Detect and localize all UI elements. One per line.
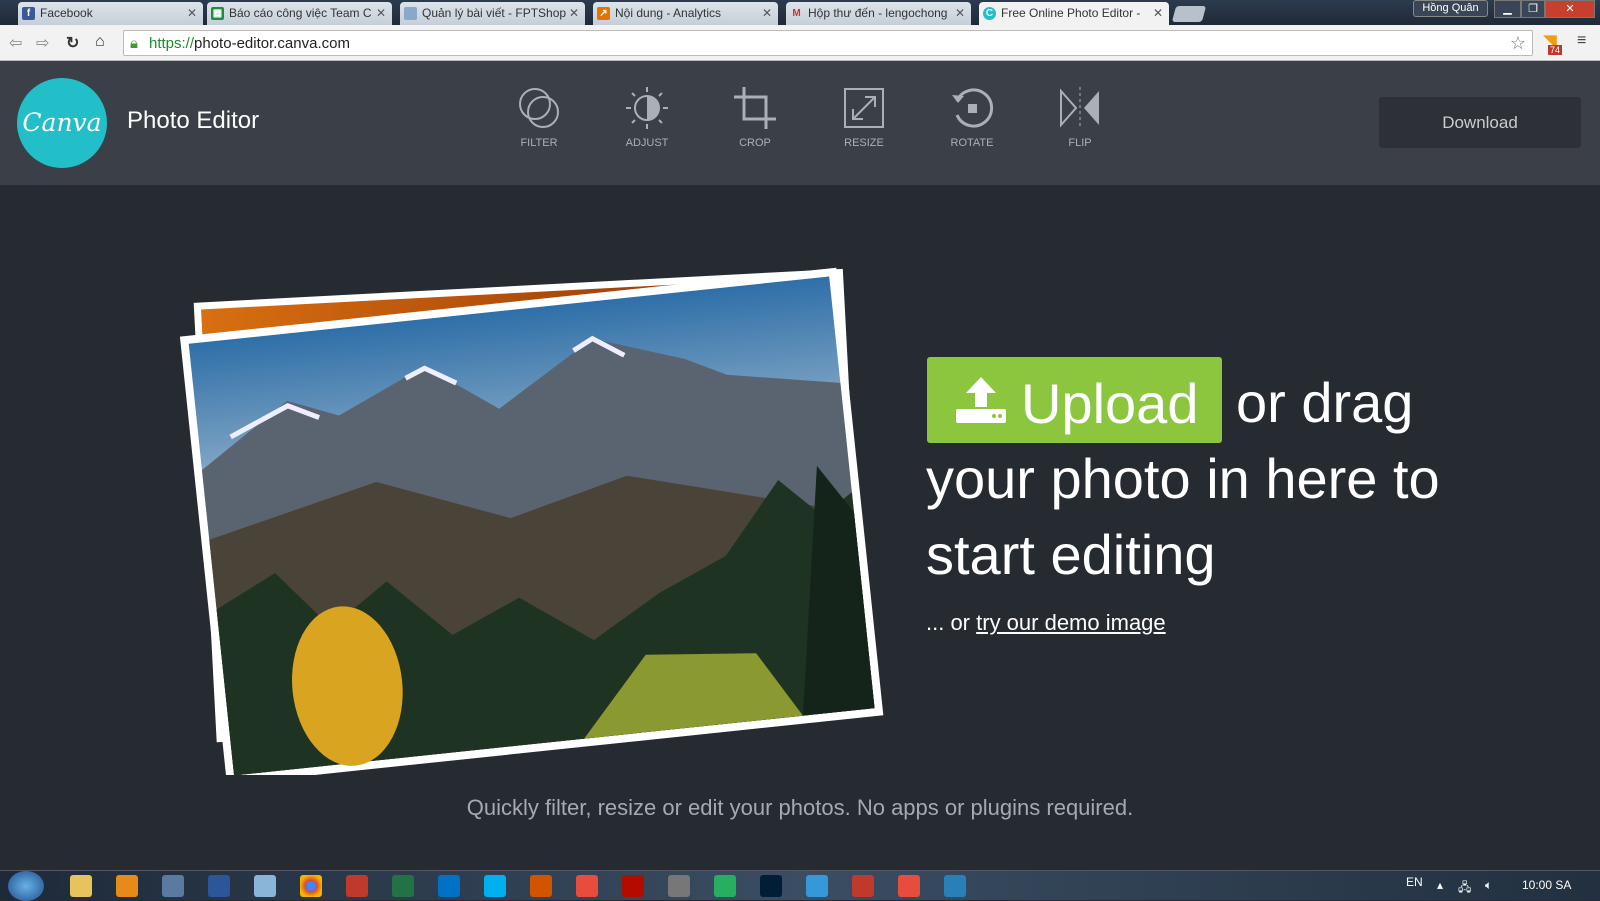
tool-label: ROTATE bbox=[950, 137, 994, 149]
tool-label: RESIZE bbox=[844, 137, 884, 149]
demo-prefix: ... or bbox=[926, 610, 977, 635]
demo-image-link[interactable]: try our demo image bbox=[976, 610, 1166, 635]
tab-fptshop[interactable]: Quản lý bài viết - FPTShop ✕ bbox=[400, 2, 585, 25]
close-tab-icon[interactable]: ✕ bbox=[569, 6, 579, 20]
bookmark-star-icon[interactable]: ☆ bbox=[1510, 33, 1526, 54]
media-player-icon[interactable] bbox=[116, 875, 138, 897]
app-icon[interactable] bbox=[162, 875, 184, 897]
sheets-icon: ▦ bbox=[211, 7, 224, 20]
tab-label: Nội dung - Analytics bbox=[615, 6, 722, 20]
gmail-icon: M bbox=[792, 8, 801, 19]
demo-line: ... or try our demo image bbox=[926, 610, 1166, 636]
url-host: photo-editor.canva.com bbox=[194, 35, 350, 52]
filter-tool[interactable]: FILTER bbox=[499, 85, 579, 149]
notepad-icon[interactable] bbox=[254, 875, 276, 897]
close-tab-icon[interactable]: ✕ bbox=[376, 6, 386, 20]
maximize-button[interactable]: ❐ bbox=[1521, 0, 1545, 18]
facebook-icon: f bbox=[22, 7, 35, 20]
tagline: Quickly filter, resize or edit your phot… bbox=[466, 795, 1134, 820]
analytics-icon: ↗ bbox=[597, 7, 610, 20]
rotate-icon bbox=[952, 88, 994, 128]
browser-tab-bar: f Facebook ✕ ▦ Báo cáo công việc Team C ✕ Qu… bbox=[0, 0, 1600, 25]
app-icon[interactable] bbox=[714, 875, 736, 897]
app-icon[interactable] bbox=[576, 875, 598, 897]
address-bar[interactable]: 🔒︎ https://photo-editor.canva.com ☆ bbox=[123, 30, 1533, 56]
messenger-icon[interactable] bbox=[806, 875, 828, 897]
close-tab-icon[interactable]: ✕ bbox=[187, 6, 197, 20]
profile-button[interactable]: Hồng Quân bbox=[1413, 0, 1488, 17]
app-header: Canva Photo Editor FILTER ADJUST CROP RE… bbox=[0, 61, 1600, 185]
photoshop-icon[interactable] bbox=[760, 875, 782, 897]
tab-analytics[interactable]: ↗ Nội dung - Analytics ✕ bbox=[593, 2, 778, 25]
flip-tool[interactable]: FLIP bbox=[1040, 85, 1120, 149]
browser-toolbar: ⇦ ⇨ ↻ ⌂ 🔒︎ https://photo-editor.canva.co… bbox=[0, 25, 1600, 61]
clock[interactable]: 10:00 SA bbox=[1522, 878, 1571, 892]
canva-icon: C bbox=[983, 7, 996, 20]
canva-logo[interactable]: Canva bbox=[17, 78, 107, 168]
sample-photo-stack[interactable] bbox=[179, 245, 900, 785]
forward-icon[interactable]: ⇨ bbox=[36, 33, 49, 53]
word-icon[interactable] bbox=[208, 875, 230, 897]
page-icon bbox=[404, 7, 417, 20]
acrobat-icon[interactable] bbox=[622, 875, 644, 897]
language-indicator[interactable]: EN bbox=[1406, 875, 1423, 889]
close-tab-icon[interactable]: ✕ bbox=[762, 6, 772, 20]
app-icon[interactable] bbox=[852, 875, 874, 897]
rss-badge: 74 bbox=[1548, 45, 1563, 55]
download-button[interactable]: Download bbox=[1379, 97, 1581, 148]
crop-tool[interactable]: CROP bbox=[715, 85, 795, 149]
flip-icon bbox=[1060, 87, 1099, 129]
volume-icon[interactable]: 🔈︎ bbox=[1485, 878, 1492, 893]
tab-label: Free Online Photo Editor - bbox=[1001, 6, 1141, 20]
tool-label: CROP bbox=[739, 137, 771, 149]
adjust-tool[interactable]: ADJUST bbox=[607, 85, 687, 149]
app-icon[interactable] bbox=[944, 875, 966, 897]
reload-icon[interactable]: ↻ bbox=[66, 33, 79, 53]
tab-canva[interactable]: C Free Online Photo Editor - ✕ bbox=[979, 2, 1169, 25]
rotate-tool[interactable]: ROTATE bbox=[932, 85, 1012, 149]
home-icon[interactable]: ⌂ bbox=[95, 33, 105, 51]
tab-sheets[interactable]: ▦ Báo cáo công việc Team C ✕ bbox=[207, 2, 392, 25]
tool-label: FLIP bbox=[1068, 137, 1092, 149]
app-icon[interactable] bbox=[530, 875, 552, 897]
close-window-button[interactable]: ✕ bbox=[1545, 0, 1595, 18]
back-icon[interactable]: ⇦ bbox=[9, 33, 22, 53]
explorer-icon[interactable] bbox=[70, 875, 92, 897]
menu-icon[interactable]: ≡ bbox=[1577, 32, 1586, 50]
tool-label: ADJUST bbox=[625, 137, 669, 149]
tray-expand-icon[interactable]: ▴ bbox=[1437, 878, 1443, 892]
skype-icon[interactable] bbox=[484, 875, 506, 897]
adjust-icon bbox=[626, 87, 668, 129]
app-icon[interactable] bbox=[346, 875, 368, 897]
minimize-button[interactable]: ▁ bbox=[1494, 0, 1521, 18]
close-tab-icon[interactable]: ✕ bbox=[955, 6, 965, 20]
app-icon[interactable] bbox=[668, 875, 690, 897]
crop-icon bbox=[734, 87, 776, 129]
lock-icon: 🔒︎ bbox=[130, 35, 138, 52]
upload-instructions: or drag your photo in here to start edit… bbox=[926, 371, 1440, 586]
filter-icon bbox=[519, 88, 559, 128]
tab-label: Hộp thư đến - lengochong bbox=[808, 6, 948, 20]
url-scheme: https:// bbox=[149, 35, 195, 52]
tab-facebook[interactable]: f Facebook ✕ bbox=[18, 2, 203, 25]
tab-label: Quản lý bài viết - FPTShop bbox=[422, 6, 567, 20]
windows-taskbar: EN ▴ 🖧︎ 🔈︎ 10:00 SA bbox=[0, 870, 1600, 901]
network-icon[interactable]: 🖧︎ bbox=[1458, 878, 1471, 899]
tab-gmail[interactable]: M Hộp thư đến - lengochong ✕ bbox=[786, 2, 971, 25]
outlook-icon[interactable] bbox=[438, 875, 460, 897]
excel-icon[interactable] bbox=[392, 875, 414, 897]
tool-label: FILTER bbox=[520, 137, 558, 149]
chrome-icon[interactable] bbox=[300, 875, 322, 897]
sample-photo bbox=[179, 267, 884, 785]
tab-label: Báo cáo công việc Team C bbox=[229, 6, 372, 20]
app-icon[interactable] bbox=[898, 875, 920, 897]
tab-label: Facebook bbox=[40, 6, 93, 20]
start-button[interactable] bbox=[8, 871, 44, 901]
resize-tool[interactable]: RESIZE bbox=[824, 85, 904, 149]
app-title: Photo Editor bbox=[127, 107, 260, 134]
close-tab-icon[interactable]: ✕ bbox=[1153, 6, 1163, 20]
resize-icon bbox=[844, 88, 884, 128]
new-tab-button[interactable] bbox=[1171, 6, 1207, 22]
